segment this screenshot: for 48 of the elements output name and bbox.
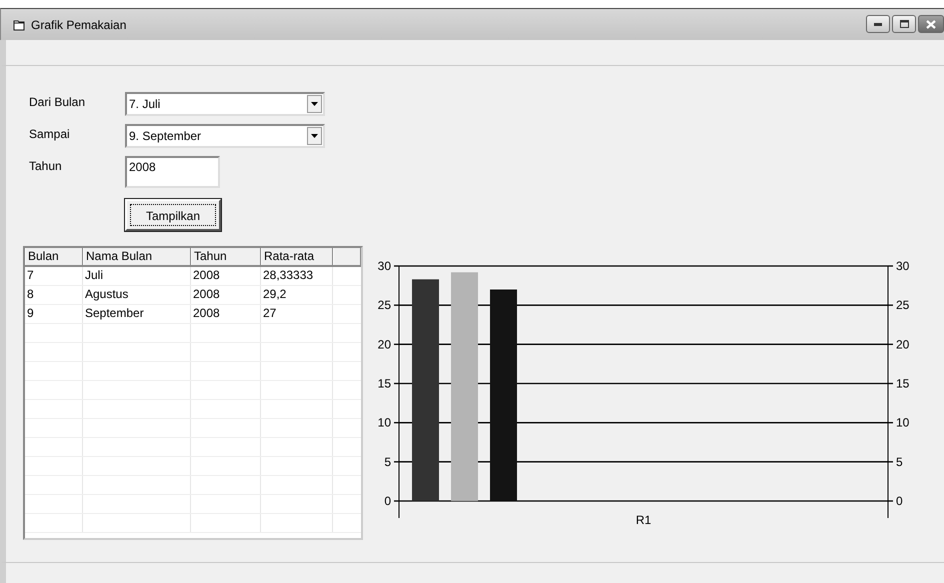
table-cell: 28,33333	[261, 267, 333, 285]
axis-tick-label: 25	[896, 298, 910, 312]
table-cell: 7	[25, 267, 83, 285]
show-button[interactable]: Tampilkan	[125, 199, 221, 231]
table-cell: 2008	[191, 286, 261, 304]
axis-tick-label: 5	[384, 454, 391, 469]
field-label: Dari Bulan	[29, 94, 86, 109]
axis-tick-label: 10	[896, 416, 910, 430]
maximize-icon	[900, 20, 908, 28]
table-cell: 29,2	[261, 286, 333, 304]
column-header[interactable]: Rata-rata	[261, 248, 333, 265]
dropdown[interactable]: 9. September	[125, 124, 325, 148]
table-cell: Juli	[83, 267, 191, 285]
axis-tick-label: 15	[896, 376, 910, 390]
axis-tick-label: 0	[384, 494, 391, 508]
field-label: Tahun	[29, 158, 63, 173]
table-cell: 9	[25, 305, 83, 323]
axis-tick-label: 5	[896, 454, 903, 469]
input-field[interactable]: 2008	[125, 156, 220, 188]
axis-tick-label: 30	[378, 259, 391, 273]
axis-tick-label: 25	[378, 298, 391, 312]
axis-tick-label: 15	[378, 376, 391, 390]
field-label: Sampai	[29, 126, 71, 141]
axis-tick-label: 20	[896, 337, 910, 352]
close-icon	[926, 20, 936, 28]
axis-tick-label: 30	[896, 259, 910, 273]
dropdown[interactable]: 7. Juli	[125, 92, 325, 116]
column-header[interactable]: Bulan	[25, 248, 83, 265]
minimize-button[interactable]	[866, 15, 890, 33]
maximize-button[interactable]	[892, 15, 916, 33]
minimize-icon	[874, 22, 882, 26]
close-button[interactable]	[918, 15, 944, 33]
caret-icon	[311, 102, 318, 106]
table-cell: 2008	[191, 305, 261, 323]
axis-tick-label: 0	[896, 494, 903, 508]
table-cell: 27	[261, 305, 333, 323]
table-cell: 2008	[191, 267, 261, 285]
table-cell: September	[83, 305, 191, 323]
column-header[interactable]: Tahun	[191, 248, 261, 265]
axis-tick-label: 20	[378, 337, 391, 352]
window-icon	[13, 18, 25, 30]
caret-icon	[311, 134, 318, 138]
table-cell: Agustus	[83, 286, 191, 304]
axis-tick-label: 10	[378, 416, 391, 430]
window-title: Grafik Pemakaian	[31, 18, 126, 32]
category-label: R1	[636, 513, 652, 527]
table-cell: 8	[25, 286, 83, 304]
column-header[interactable]: Nama Bulan	[83, 248, 191, 265]
